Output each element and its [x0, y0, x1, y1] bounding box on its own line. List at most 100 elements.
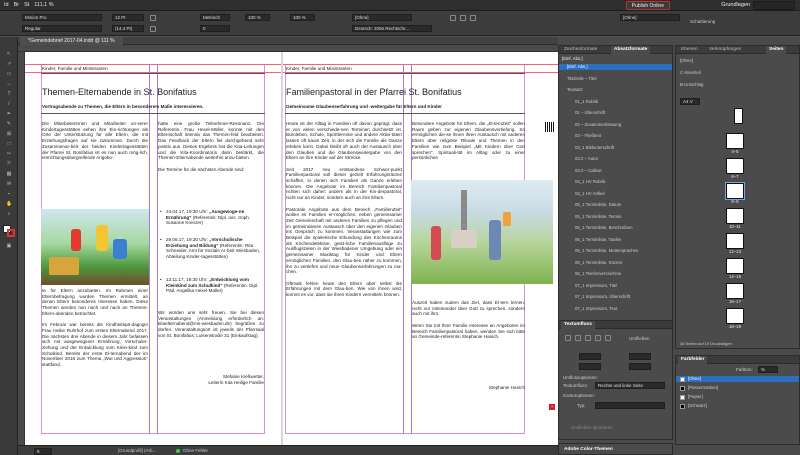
- free-transform-tool-icon[interactable]: ⤧: [6, 161, 12, 167]
- smallcaps-icon[interactable]: [150, 26, 156, 32]
- paragraph-style-item[interactable]: 01_1 Rubrik: [559, 99, 672, 105]
- leading-field[interactable]: (14,4 Pt): [112, 25, 144, 32]
- character-style-field[interactable]: [Ohne]: [352, 14, 412, 21]
- contour-type-select[interactable]: [595, 402, 665, 409]
- text-column-2-bottom[interactable]: Wir würden uns sehr freuen, Sie bei dies…: [158, 310, 264, 370]
- paragraph-style-item[interactable]: 07_1 Impressum, Text: [559, 306, 672, 312]
- paragraph-style-field[interactable]: [Ohne]: [620, 14, 680, 21]
- paragraph-style-item[interactable]: Textsatz: [559, 87, 672, 93]
- tab-links[interactable]: Verknüpfungen: [706, 46, 744, 54]
- paragraph-style-item[interactable]: 03_1 Bildunterschrift: [559, 145, 672, 151]
- search-input[interactable]: [753, 1, 795, 10]
- master-b[interactable]: B-Umschlag: [676, 82, 799, 88]
- wrap-invert-label[interactable]: Umfließen: [629, 336, 650, 341]
- event-list-item[interactable]: • 24.04.17, 19:30 Uhr: „Ausgewoge-ne Ern…: [158, 209, 264, 226]
- wrap-jump-icon[interactable]: [595, 335, 601, 341]
- vertical-ruler[interactable]: [18, 52, 25, 445]
- overset-text-icon[interactable]: +: [549, 404, 555, 410]
- language-field[interactable]: Deutsch: 2006 Rechtschr...: [352, 25, 432, 32]
- tab-layers[interactable]: Ebenen: [678, 46, 701, 54]
- offset-top-field[interactable]: [579, 353, 601, 360]
- page-thumbnail[interactable]: [726, 258, 744, 274]
- paragraph-style-item[interactable]: 03.2 – Autor: [559, 156, 672, 162]
- align-left-icon[interactable]: [450, 15, 456, 21]
- swatch-item[interactable]: [Ohne]: [676, 376, 799, 383]
- tab-adobe-color[interactable]: Adobe Color-Themen: [561, 446, 616, 454]
- tab-paragraph-styles[interactable]: Absatzformate: [611, 46, 651, 54]
- master-label[interactable]: [Grundprofil] (Arb...: [118, 448, 156, 453]
- document-tab[interactable]: *Gemeindebrief 2017-04.indd @ 111 %: [20, 37, 123, 45]
- align-center-icon[interactable]: [460, 15, 466, 21]
- eyedropper-tool-icon[interactable]: ⌁: [6, 191, 12, 197]
- paragraph-style-item[interactable]: 07_1 Impressum, Titel: [559, 283, 672, 289]
- horizontal-ruler[interactable]: [18, 45, 558, 52]
- swatch-item[interactable]: [Papier]: [676, 394, 799, 400]
- tab-swatches[interactable]: Farbfelder: [678, 356, 708, 364]
- type-tool-icon[interactable]: T: [6, 91, 12, 97]
- hand-tool-icon[interactable]: ✋: [6, 201, 12, 207]
- page-thumbnail[interactable]: [726, 308, 744, 324]
- paragraph-style-item[interactable]: 07_1 Impressum, Überschrift: [559, 294, 672, 300]
- offset-right-field[interactable]: [629, 363, 651, 370]
- document-canvas[interactable]: Kinder, Familie und Ministranten Themen-…: [25, 52, 558, 445]
- gradient-tool-icon[interactable]: ▦: [6, 171, 12, 177]
- master-c[interactable]: C-Innenteil: [676, 70, 799, 76]
- rectangle-frame-tool-icon[interactable]: ⊠: [6, 131, 12, 137]
- page-number-field[interactable]: 9: [34, 447, 52, 455]
- paragraph-style-item[interactable]: 05_1 Terminliste, Termin: [559, 214, 672, 220]
- text-column-1-top[interactable]: Die Mitarbeiterinnen und Mitarbeiter un-…: [42, 121, 148, 207]
- right-page[interactable]: Kinder, Familie und Ministranten Familie…: [283, 52, 558, 445]
- text-column-1-bottom[interactable]: te für Eltern anzubieten. Im Rahmen eine…: [42, 288, 148, 428]
- master-none[interactable]: [Ohne]: [676, 58, 799, 64]
- uppercase-icon[interactable]: [150, 15, 156, 21]
- wrap-bounding-icon[interactable]: [575, 335, 581, 341]
- swatch-item[interactable]: [Schwarz]: [676, 403, 799, 409]
- event-list-item[interactable]: • 13.11.17, 19:30 Uhr: „Entwicklung vom …: [158, 277, 264, 294]
- shading-label[interactable]: Schattierung: [690, 19, 715, 24]
- paragraph-style-item[interactable]: 01 – Überschrift: [559, 110, 672, 116]
- text-column-1[interactable]: Heute ist der Alltag in Familien oft dav…: [286, 121, 402, 439]
- event-list-item[interactable]: • 29.06.17, 19:30 Uhr: „Vorschulische Er…: [158, 237, 264, 259]
- tracking-field[interactable]: 0: [200, 25, 230, 32]
- workspace-switcher[interactable]: Grundlagen: [721, 1, 750, 10]
- scissors-tool-icon[interactable]: ✂: [6, 151, 12, 157]
- tab-pages[interactable]: Seiten: [766, 46, 787, 54]
- offset-bottom-field[interactable]: [579, 363, 601, 370]
- text-column-2-top[interactable]: hatte eine große Teilnehmer-Resonanz. Di…: [158, 121, 264, 209]
- wrap-none-icon[interactable]: [565, 335, 571, 341]
- stroke-swatch-icon[interactable]: [7, 229, 15, 237]
- page-thumbnail[interactable]: [726, 208, 744, 224]
- preflight-status[interactable]: Ohne Fehler: [183, 448, 208, 453]
- paragraph-style-item[interactable]: Titelzeile – Titel: [559, 76, 672, 82]
- wrap-object-icon[interactable]: [585, 335, 591, 341]
- page-tool-icon[interactable]: ▭: [6, 71, 12, 77]
- vertical-scale-field[interactable]: 100 %: [245, 14, 270, 21]
- offset-left-field[interactable]: [629, 353, 651, 360]
- stock-button[interactable]: St: [24, 2, 29, 8]
- paragraph-style-item[interactable]: 05_1 Terminliste, Taufen: [559, 237, 672, 243]
- paragraph-style-item[interactable]: 02 – Zusammenfassung: [559, 122, 672, 128]
- ignore-wrap-label[interactable]: Umfließen ignorieren: [571, 425, 613, 430]
- paragraph-style-item[interactable]: 03.2 – Callout: [559, 168, 672, 174]
- paragraph-style-item[interactable]: [Einf. Abs.]: [559, 64, 672, 71]
- tab-character-styles[interactable]: Zeichenformate: [561, 46, 600, 54]
- zoom-tool-icon[interactable]: ⌕: [6, 211, 12, 217]
- horizontal-scale-field[interactable]: 100 %: [290, 14, 315, 21]
- tab-text-wrap[interactable]: Textumfluss: [561, 321, 595, 329]
- left-page[interactable]: Kinder, Familie und Ministranten Themen-…: [25, 52, 281, 445]
- paragraph-style-item[interactable]: 04_1 HV Rubrik: [559, 179, 672, 185]
- bridge-button[interactable]: Br: [14, 2, 20, 8]
- line-tool-icon[interactable]: /: [6, 101, 12, 107]
- kerning-field[interactable]: Metrisch: [200, 14, 230, 21]
- page-thumbnail[interactable]: [726, 158, 744, 174]
- paragraph-style-item[interactable]: 03 – Fließtext: [559, 133, 672, 139]
- app-icon[interactable]: Id: [4, 2, 9, 8]
- page-thumbnail[interactable]: [726, 283, 744, 299]
- page-thumbnail[interactable]: [734, 108, 743, 124]
- font-style-field[interactable]: Regular: [22, 25, 102, 32]
- direct-selection-tool-icon[interactable]: ↗: [6, 61, 12, 67]
- rectangle-tool-icon[interactable]: □: [6, 141, 12, 147]
- paragraph-style-item[interactable]: 05_1 Terminliste, Mutterspraches: [559, 248, 672, 254]
- page-thumbnail[interactable]: [726, 233, 744, 249]
- zoom-level[interactable]: 111,1 %: [34, 2, 53, 8]
